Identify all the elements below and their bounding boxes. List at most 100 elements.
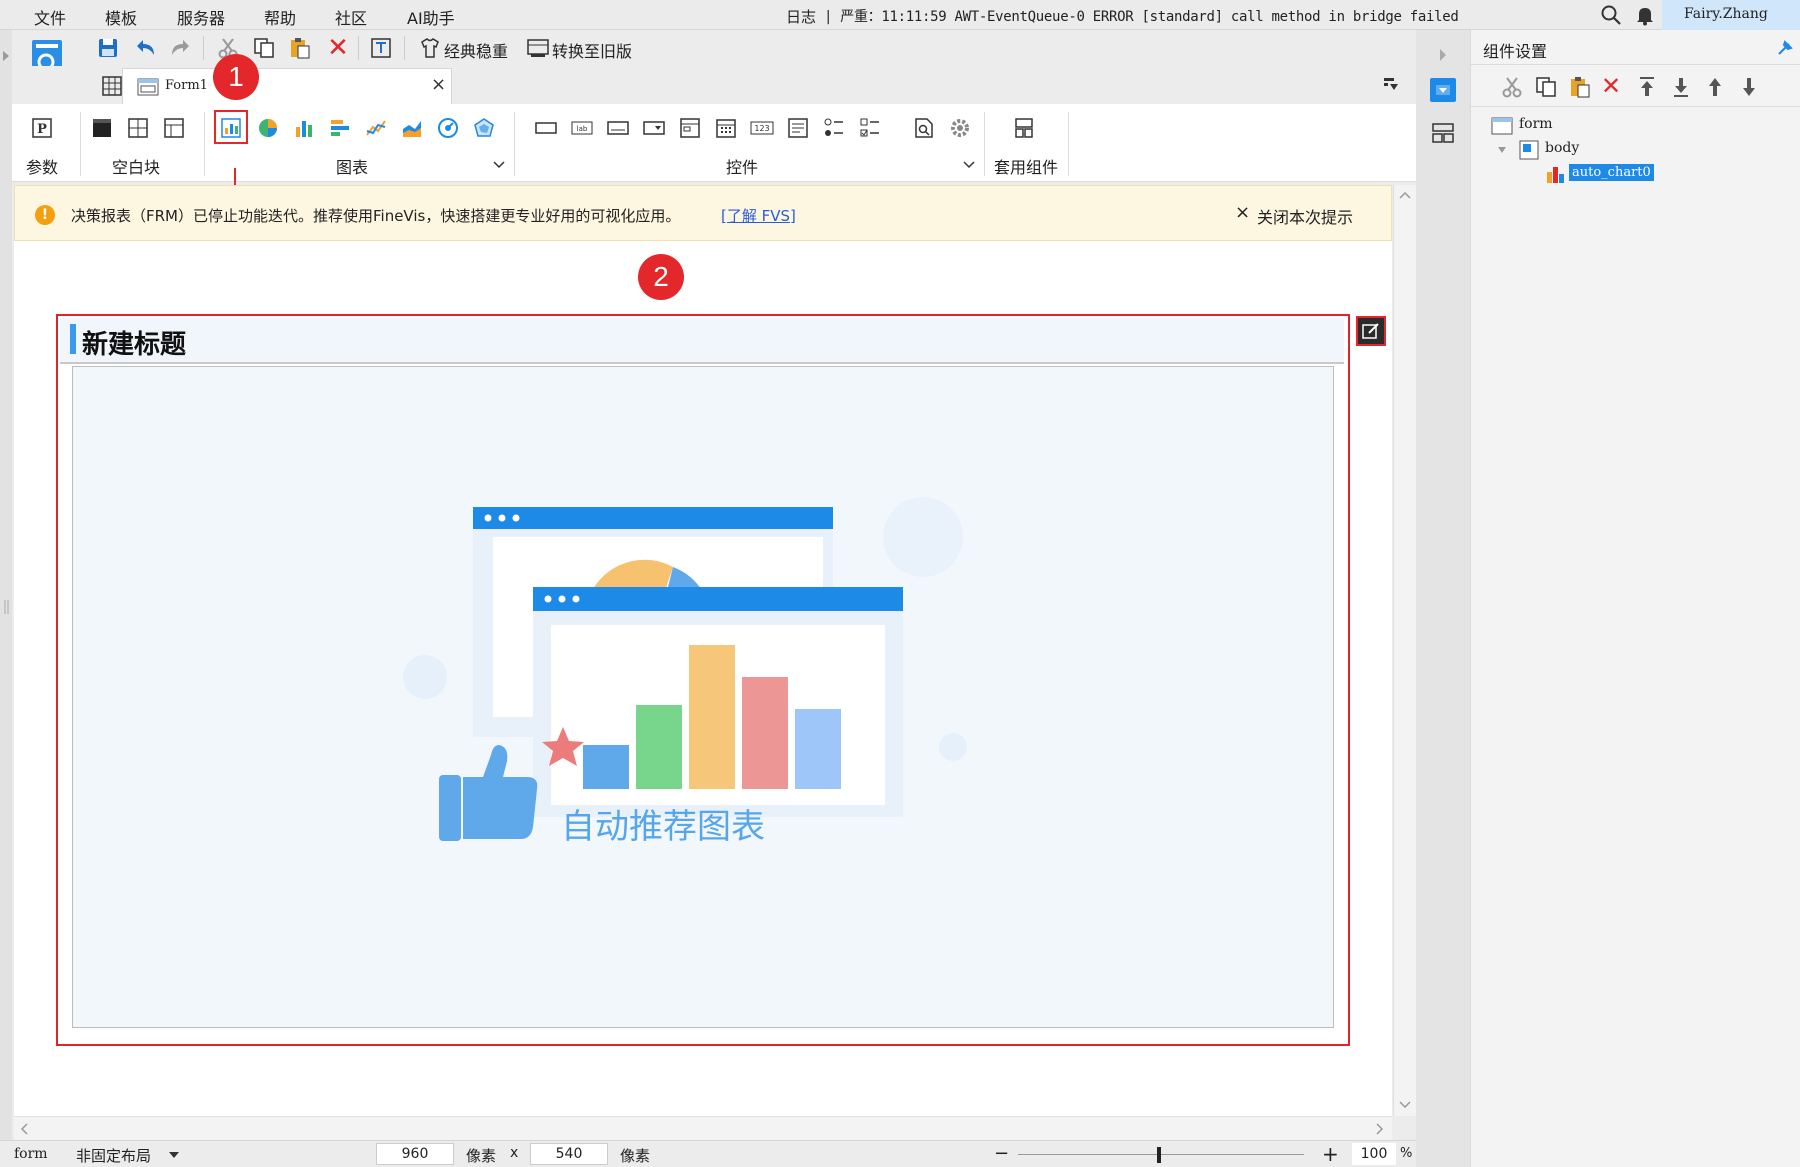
component-settings-tab-icon[interactable] bbox=[1430, 78, 1456, 102]
parameter-icon[interactable]: P bbox=[28, 114, 56, 142]
label-widget-icon[interactable]: lab bbox=[568, 114, 596, 142]
paste-icon[interactable] bbox=[288, 36, 312, 60]
chart-body[interactable]: 自动推荐图表 bbox=[72, 366, 1334, 1028]
number-widget-icon[interactable]: 123 bbox=[748, 114, 776, 142]
warning-message: 决策报表（FRM）已停止功能迭代。推荐使用FineVis，快速搭建更专业好用的可… bbox=[71, 207, 681, 225]
move-up-icon[interactable] bbox=[1705, 76, 1725, 102]
layout-dropdown-icon[interactable] bbox=[168, 1151, 180, 1159]
move-to-top-icon[interactable] bbox=[1637, 76, 1657, 102]
user-account[interactable]: Fairy.Zhang bbox=[1662, 0, 1800, 30]
menu-file[interactable]: 文件 bbox=[34, 5, 66, 29]
convert-old-label[interactable]: 转换至旧版 bbox=[552, 38, 632, 62]
radar-chart-icon[interactable] bbox=[470, 114, 498, 142]
menu-help[interactable]: 帮助 bbox=[264, 5, 296, 29]
tree-widget-icon[interactable] bbox=[676, 114, 704, 142]
dropdown-widget-icon[interactable] bbox=[640, 114, 668, 142]
auto-chart-icon[interactable] bbox=[217, 114, 245, 142]
menu-community[interactable]: 社区 bbox=[335, 5, 367, 29]
menu-server[interactable]: 服务器 bbox=[177, 5, 225, 29]
checkbox-group-widget-icon[interactable] bbox=[856, 114, 884, 142]
textarea-widget-icon[interactable] bbox=[784, 114, 812, 142]
radio-group-widget-icon[interactable] bbox=[820, 114, 848, 142]
file-search-widget-icon[interactable] bbox=[910, 114, 938, 142]
move-to-bottom-icon[interactable] bbox=[1671, 76, 1691, 102]
settings-gear-icon[interactable] bbox=[946, 114, 974, 142]
bell-icon[interactable] bbox=[1634, 4, 1656, 26]
close-warning-icon[interactable]: × bbox=[1235, 202, 1250, 223]
auto-chart-caption: 自动推荐图表 bbox=[561, 807, 765, 847]
expand-panel-icon[interactable] bbox=[1438, 48, 1448, 62]
horizontal-scrollbar[interactable] bbox=[14, 1116, 1392, 1140]
classic-stable-label[interactable]: 经典稳重 bbox=[444, 38, 508, 62]
text-frame-icon[interactable] bbox=[370, 36, 394, 60]
warning-icon: ! bbox=[35, 205, 55, 225]
chart-node-icon bbox=[1545, 164, 1565, 188]
zoom-slider-handle[interactable] bbox=[1157, 1147, 1161, 1163]
tree-paste-icon[interactable] bbox=[1569, 76, 1591, 102]
tree-collapse-icon[interactable] bbox=[1497, 146, 1507, 154]
line-chart-icon[interactable] bbox=[362, 114, 390, 142]
left-collapse-strip[interactable] bbox=[0, 30, 12, 1167]
date-widget-icon[interactable] bbox=[712, 114, 740, 142]
move-down-icon[interactable] bbox=[1739, 76, 1759, 102]
toolbar-divider bbox=[358, 36, 359, 60]
undo-icon[interactable] bbox=[134, 36, 158, 60]
tab-menu-icon[interactable] bbox=[1382, 76, 1400, 96]
pie-chart-icon[interactable] bbox=[254, 114, 282, 142]
tab-block-icon[interactable] bbox=[160, 114, 188, 142]
canvas-width-input[interactable]: 960 bbox=[376, 1143, 454, 1165]
apply-component-icon[interactable] bbox=[1010, 114, 1038, 142]
tab-form1-label: Form1 bbox=[165, 78, 208, 93]
blank-block-dark-icon[interactable] bbox=[88, 114, 116, 142]
menu-ai-assistant[interactable]: AI助手 bbox=[407, 5, 455, 29]
grid-view-icon[interactable] bbox=[100, 74, 124, 98]
zoom-out-button[interactable]: − bbox=[994, 1143, 1009, 1164]
gauge-chart-icon[interactable] bbox=[434, 114, 462, 142]
tab-form1[interactable]: Form1 × bbox=[122, 68, 452, 104]
chart-title[interactable]: 新建标题 bbox=[82, 324, 186, 361]
callout-marker-1: 1 bbox=[213, 54, 259, 100]
component-library-tab-icon[interactable] bbox=[1431, 122, 1455, 148]
save-icon[interactable] bbox=[96, 36, 120, 60]
pin-panel-icon[interactable] bbox=[1777, 40, 1793, 56]
log-label[interactable]: 日志 bbox=[786, 6, 816, 27]
layout-mode-select[interactable]: 非固定布局 bbox=[76, 1145, 151, 1166]
area-chart-icon[interactable] bbox=[398, 114, 426, 142]
tree-copy-icon[interactable] bbox=[1535, 76, 1557, 102]
tree-node-auto-chart[interactable]: auto_chart0 bbox=[1569, 164, 1654, 181]
ribbon-divider bbox=[514, 112, 515, 176]
menu-template[interactable]: 模板 bbox=[105, 5, 137, 29]
text-input-widget-icon[interactable] bbox=[532, 114, 560, 142]
vertical-scrollbar[interactable] bbox=[1393, 185, 1416, 1116]
tree-cut-icon[interactable] bbox=[1501, 76, 1523, 102]
search-icon[interactable] bbox=[1600, 4, 1622, 26]
widget-group-expand-icon[interactable] bbox=[962, 156, 976, 174]
horizontal-bar-icon[interactable] bbox=[326, 114, 354, 142]
copy-icon[interactable] bbox=[252, 36, 276, 60]
close-warning-button[interactable]: 关闭本次提示 bbox=[1257, 204, 1353, 228]
panel-divider bbox=[1471, 64, 1800, 65]
menu-bar: 文件 模板 服务器 帮助 社区 AI助手 日志 | 严重：11:11:59 AW… bbox=[0, 0, 1800, 30]
height-unit-label: 像素 bbox=[620, 1147, 651, 1165]
log-message: | 严重：11:11:59 AWT-EventQueue-0 ERROR [st… bbox=[824, 9, 1459, 25]
zoom-in-button[interactable]: + bbox=[1322, 1142, 1339, 1166]
group-apply-component-label: 套用组件 bbox=[994, 158, 1059, 177]
learn-fvs-link[interactable]: [了解 FVS] bbox=[721, 205, 796, 226]
zoom-level-input[interactable]: 100 bbox=[1352, 1143, 1396, 1165]
tree-node-form[interactable]: form bbox=[1519, 116, 1553, 132]
button-widget-icon[interactable] bbox=[604, 114, 632, 142]
bar-chart-icon[interactable] bbox=[290, 114, 318, 142]
redo-icon[interactable] bbox=[168, 36, 192, 60]
edit-chart-button[interactable] bbox=[1356, 316, 1386, 346]
convert-icon[interactable] bbox=[526, 36, 550, 60]
tree-delete-icon[interactable]: ✕ bbox=[1601, 72, 1621, 100]
delete-icon[interactable]: ✕ bbox=[326, 35, 350, 61]
close-tab-icon[interactable]: × bbox=[431, 74, 446, 95]
zoom-slider-track[interactable] bbox=[1018, 1154, 1304, 1155]
shirt-icon[interactable] bbox=[418, 36, 442, 60]
canvas-height-input[interactable]: 540 bbox=[530, 1143, 608, 1165]
chart-title-bar[interactable]: 新建标题 bbox=[60, 318, 1344, 364]
split-block-icon[interactable] bbox=[124, 114, 152, 142]
tree-node-body[interactable]: body bbox=[1545, 140, 1579, 156]
chart-group-expand-icon[interactable] bbox=[492, 156, 506, 174]
